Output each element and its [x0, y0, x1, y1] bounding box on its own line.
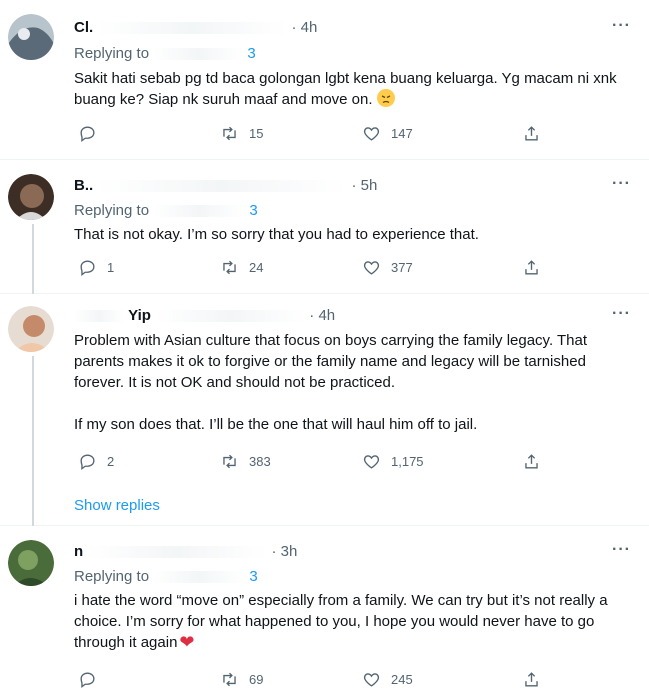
share-icon	[525, 126, 538, 141]
reply-count: 2	[107, 454, 115, 469]
like-count: 377	[391, 260, 413, 275]
like-button[interactable]: 147	[362, 124, 413, 143]
retweet-button[interactable]: 15	[220, 124, 263, 143]
replying-to-label: Replying to	[74, 202, 150, 219]
like-count: 245	[391, 672, 413, 687]
retweet-icon	[223, 126, 236, 141]
like-count: 147	[391, 126, 413, 141]
heart-icon	[363, 455, 380, 469]
tweet-actions: 2 383 1,175	[74, 452, 549, 474]
tweet[interactable]: Yip · 4h ··· Problem with Asian culture …	[0, 294, 649, 526]
tweet-text: i hate the word “move on” especially fro…	[74, 590, 634, 653]
reply-feed: Cl. · 4h ··· Replying to 3 Sakit hati se…	[0, 0, 649, 688]
display-name[interactable]: Cl.	[74, 19, 93, 36]
replying-to-handle[interactable]: 3	[247, 45, 255, 62]
heart-icon	[363, 261, 380, 275]
share-icon	[525, 454, 538, 469]
replying-to: Replying to 3	[74, 202, 258, 219]
share-button[interactable]	[522, 258, 541, 277]
timestamp[interactable]: · 4h	[292, 19, 318, 36]
more-options-icon[interactable]: ···	[612, 175, 631, 193]
tweet[interactable]: n · 3h ··· Replying to 3 i hate the word…	[0, 526, 649, 688]
tweet-actions: 15 147	[74, 124, 549, 146]
tweet-text-paragraph: Sakit hati sebab pg td baca golongan lgb…	[74, 70, 617, 108]
avatar[interactable]	[8, 306, 54, 352]
reply-button[interactable]	[78, 670, 107, 688]
display-name[interactable]: n	[74, 543, 83, 560]
reply-button[interactable]	[78, 124, 107, 143]
tweet-header: Yip · 4h	[74, 307, 335, 324]
share-button[interactable]	[522, 670, 541, 688]
thread-line	[32, 224, 34, 294]
tweet-header: n · 3h	[74, 543, 297, 560]
tweet-actions: 69 245	[74, 670, 549, 688]
replying-to-label: Replying to	[74, 45, 150, 62]
more-options-icon[interactable]: ···	[612, 305, 631, 323]
heart-icon	[363, 673, 380, 687]
reply-icon	[80, 454, 95, 470]
more-options-icon[interactable]: ···	[612, 541, 631, 559]
more-options-icon[interactable]: ···	[612, 17, 631, 35]
like-button[interactable]: 377	[362, 258, 413, 277]
share-button[interactable]	[522, 124, 541, 143]
reply-icon	[80, 260, 95, 276]
avatar[interactable]	[8, 174, 54, 220]
tweet-text-paragraph: Problem with Asian culture that focus on…	[74, 332, 588, 391]
tweet-text-paragraph: That is not okay. I’m so sorry that you …	[74, 226, 479, 243]
red-heart-icon: ❤	[179, 632, 195, 652]
tweet-text-paragraph: i hate the word “move on” especially fro…	[74, 592, 608, 651]
like-button[interactable]: 1,175	[362, 452, 424, 471]
avatar[interactable]	[8, 14, 54, 60]
share-button[interactable]	[522, 452, 541, 471]
timestamp[interactable]: · 5h	[352, 177, 378, 194]
retweet-count: 383	[249, 454, 271, 469]
retweet-icon	[223, 454, 236, 469]
display-name[interactable]: B..	[74, 177, 93, 194]
display-name[interactable]: Yip	[128, 307, 151, 324]
share-icon	[525, 672, 538, 687]
reply-icon	[80, 126, 95, 142]
timestamp[interactable]: · 4h	[309, 307, 335, 324]
replying-to-handle[interactable]: 3	[249, 568, 257, 585]
tweet[interactable]: B.. · 5h ··· Replying to 3 That is not o…	[0, 160, 649, 294]
retweet-icon	[223, 672, 236, 687]
replying-to: Replying to 3	[74, 568, 258, 585]
share-icon	[525, 260, 538, 275]
retweet-button[interactable]: 383	[220, 452, 271, 471]
tweet[interactable]: Cl. · 4h ··· Replying to 3 Sakit hati se…	[0, 0, 649, 160]
thread-line	[32, 356, 34, 526]
retweet-count: 24	[249, 260, 264, 275]
show-replies-link[interactable]: Show replies	[74, 497, 160, 514]
retweet-count: 69	[249, 672, 264, 687]
tweet-text: That is not okay. I’m so sorry that you …	[74, 224, 634, 245]
timestamp[interactable]: · 3h	[272, 543, 298, 560]
retweet-button[interactable]: 24	[220, 258, 263, 277]
retweet-icon	[223, 260, 236, 275]
tweet-text: Sakit hati sebab pg td baca golongan lgb…	[74, 68, 634, 110]
tweet-header: Cl. · 4h	[74, 19, 317, 36]
tweet-actions: 1 24 377	[74, 258, 549, 280]
avatar[interactable]	[8, 540, 54, 586]
replying-to: Replying to 3	[74, 45, 256, 62]
tweet-text: Problem with Asian culture that focus on…	[74, 330, 634, 435]
reply-count: 1	[107, 260, 115, 275]
like-button[interactable]: 245	[362, 670, 413, 688]
retweet-button[interactable]: 69	[220, 670, 263, 688]
replying-to-handle[interactable]: 3	[249, 202, 257, 219]
tweet-text-paragraph: If my son does that. I’ll be the one tha…	[74, 416, 478, 433]
reply-button[interactable]: 1	[78, 258, 114, 277]
reply-icon	[80, 672, 95, 688]
like-count: 1,175	[391, 454, 424, 469]
tweet-header: B.. · 5h	[74, 177, 377, 194]
retweet-count: 15	[249, 126, 264, 141]
heart-icon	[363, 127, 380, 141]
angry-face-icon	[376, 89, 395, 107]
replying-to-label: Replying to	[74, 568, 150, 585]
reply-button[interactable]: 2	[78, 452, 114, 471]
